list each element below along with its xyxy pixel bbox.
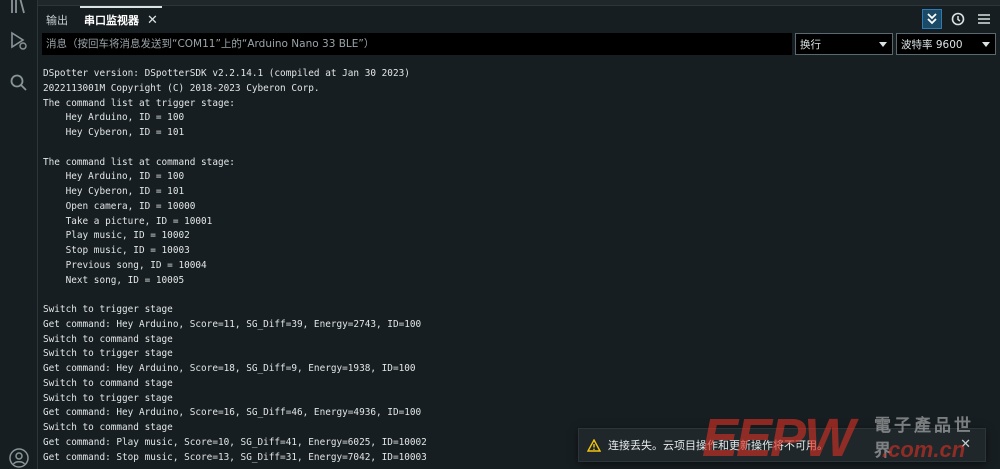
warning-icon	[587, 438, 601, 452]
output-line: Hey Arduino, ID = 100	[43, 112, 185, 124]
send-message-row: 换行 波特率 9600	[42, 33, 996, 55]
output-line: Switch to trigger stage	[43, 392, 173, 404]
message-input[interactable]	[42, 33, 792, 55]
output-line: Take a picture, ID = 10001	[43, 215, 213, 227]
monitor-toolbar	[922, 9, 994, 29]
output-line: Get command: Hey Arduino, Score=16, SG_D…	[43, 407, 422, 419]
panel-divider	[38, 0, 1000, 6]
more-menu-icon[interactable]	[974, 9, 994, 29]
output-line: Play music, ID = 10002	[43, 230, 190, 242]
search-icon[interactable]	[6, 70, 32, 96]
connection-lost-toast: 连接丢失。云项目操作和更新操作将不可用。 ✕	[578, 428, 986, 462]
output-line: DSpotter version: DSpotterSDK v2.2.14.1 …	[43, 68, 410, 79]
activity-bar	[0, 0, 38, 469]
output-line: Open camera, ID = 10000	[43, 200, 196, 212]
baud-rate-select[interactable]: 波特率 9600	[896, 33, 996, 55]
output-line: Get command: Hey Arduino, Score=11, SG_D…	[43, 318, 422, 330]
output-line: 2022113001M Copyright (C) 2018-2023 Cybe…	[43, 82, 320, 94]
autoscroll-icon[interactable]	[922, 9, 942, 29]
output-line: The command list at command stage:	[43, 156, 235, 168]
tab-serial-monitor-label: 串口监视器	[84, 14, 139, 27]
toast-message: 连接丢失。云项目操作和更新操作将不可用。	[608, 439, 828, 452]
line-ending-select[interactable]: 换行	[795, 33, 893, 55]
output-line: Switch to command stage	[43, 377, 173, 389]
panel-tabs: 输出 串口监视器 ✕	[38, 6, 166, 32]
output-line: Stop music, ID = 10003	[43, 245, 190, 256]
output-line: The command list at trigger stage:	[43, 97, 235, 109]
baud-rate-value: 波特率 9600	[901, 38, 963, 51]
chevron-down-icon	[982, 42, 990, 47]
output-line: Hey Cyberon, ID = 101	[43, 127, 185, 138]
serial-monitor-panel: 输出 串口监视器 ✕ 换行 波特率 9600 DSpotter version:…	[38, 0, 1000, 469]
output-line: Switch to trigger stage	[43, 348, 173, 360]
output-line: Next song, ID = 10005	[43, 274, 185, 286]
close-icon[interactable]: ✕	[147, 13, 158, 28]
close-icon[interactable]: ✕	[960, 437, 971, 452]
tab-output-label: 输出	[46, 14, 68, 27]
account-icon[interactable]	[6, 445, 32, 469]
tab-output[interactable]: 输出	[38, 8, 76, 32]
tab-serial-monitor[interactable]: 串口监视器 ✕	[76, 6, 166, 32]
debug-run-icon[interactable]	[6, 28, 32, 54]
serial-output[interactable]: DSpotter version: DSpotterSDK v2.2.14.1 …	[43, 67, 973, 465]
output-line: Hey Cyberon, ID = 101	[43, 186, 185, 197]
timestamp-icon[interactable]	[948, 9, 968, 29]
output-line: Switch to command stage	[43, 333, 173, 345]
chevron-down-icon	[879, 42, 887, 47]
line-ending-value: 换行	[800, 38, 821, 51]
library-icon[interactable]	[6, 0, 32, 18]
output-line: Previous song, ID = 10004	[43, 259, 207, 271]
output-line: Hey Arduino, ID = 100	[43, 171, 185, 183]
output-line: Get command: Hey Arduino, Score=18, SG_D…	[43, 363, 416, 374]
output-line: Switch to trigger stage	[43, 304, 173, 315]
